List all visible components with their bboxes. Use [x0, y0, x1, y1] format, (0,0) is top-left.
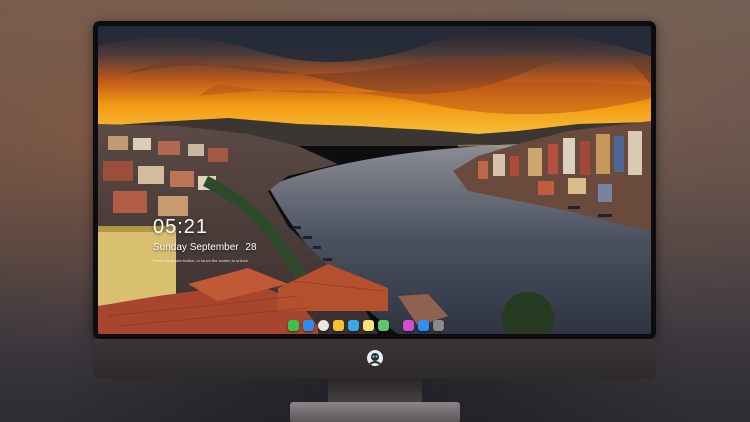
- reminders-app-icon[interactable]: [363, 319, 374, 331]
- camera-app-icon[interactable]: [433, 319, 444, 331]
- monitor-stand-base: [290, 402, 460, 422]
- music-app-icon[interactable]: [403, 319, 414, 331]
- date-weekday: Sunday: [153, 242, 187, 253]
- mail-app-icon[interactable]: [303, 319, 314, 331]
- dock: [288, 318, 444, 332]
- unlock-hint: Press the power button, or touch the scr…: [153, 258, 248, 263]
- brand-logo-icon: [367, 350, 383, 366]
- monitor-bezel: 05:21 Sunday September 28 Press the powe…: [93, 21, 656, 339]
- weather-app-icon[interactable]: [348, 319, 359, 331]
- lock-screen-date: Sunday September 28: [153, 242, 257, 253]
- lock-screen[interactable]: 05:21 Sunday September 28 Press the powe…: [98, 26, 651, 334]
- app-store-icon[interactable]: [418, 319, 429, 331]
- date-month: September: [189, 242, 239, 253]
- maps-app-icon[interactable]: [378, 319, 389, 331]
- lock-screen-time: 05:21: [153, 216, 209, 238]
- date-day: 28: [245, 242, 257, 253]
- notes-app-icon[interactable]: [333, 319, 344, 331]
- messages-app-icon[interactable]: [288, 319, 299, 331]
- wallpaper-porto-river-sunset: [98, 26, 651, 334]
- clock-app-icon[interactable]: [318, 319, 329, 331]
